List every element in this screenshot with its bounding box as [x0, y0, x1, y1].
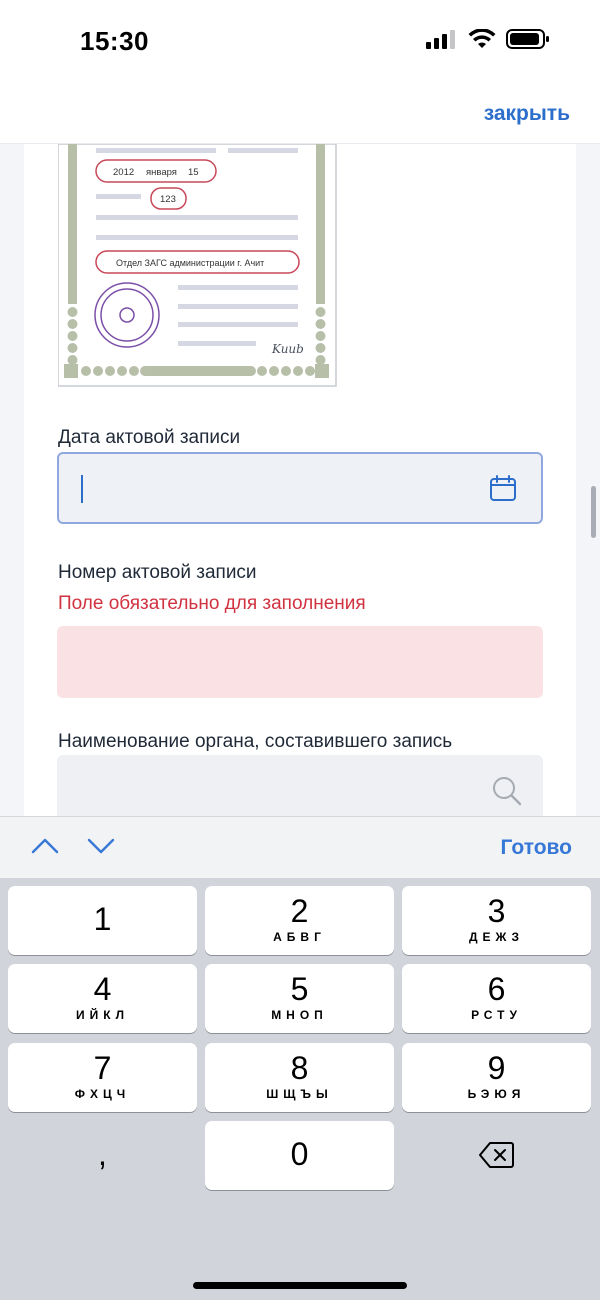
certificate-frame-corner-left: [64, 364, 78, 378]
home-indicator[interactable]: [193, 1282, 407, 1289]
doc-line: [178, 285, 298, 290]
key-digit: ,: [98, 1136, 107, 1172]
certificate-frame-bottom: [140, 366, 256, 376]
key-letters: МНОП: [271, 1008, 328, 1022]
doc-date-year: 2012: [113, 167, 134, 178]
org-search-input[interactable]: [57, 755, 543, 816]
key-digit: 7: [93, 1050, 112, 1086]
key-letters: АБВГ: [273, 930, 326, 944]
doc-line: [96, 215, 298, 220]
key-digit: 0: [290, 1136, 309, 1172]
key-letters: ЬЭЮЯ: [467, 1087, 526, 1101]
content-area: 2012 января 15 123 Отдел ЗАГС администра…: [0, 144, 600, 816]
key-7[interactable]: 7 ФХЦЧ: [8, 1043, 197, 1112]
search-icon[interactable]: [491, 775, 523, 807]
key-digit: 8: [290, 1050, 309, 1086]
backspace-icon: [478, 1142, 514, 1168]
key-digit: 3: [487, 893, 506, 929]
doc-line: [228, 148, 298, 153]
text-cursor: [81, 475, 83, 503]
status-icons: [426, 28, 550, 50]
doc-record-number: 123: [160, 194, 176, 205]
calendar-icon[interactable]: [489, 474, 517, 502]
top-header: закрыть: [0, 82, 600, 144]
wifi-icon: [468, 29, 496, 48]
certificate-illustration: 2012 января 15 123 Отдел ЗАГС администра…: [58, 144, 337, 387]
doc-line: [96, 194, 141, 199]
doc-date-month: января: [146, 167, 177, 178]
doc-issuer: Отдел ЗАГС администрации г. Ачит: [116, 258, 264, 268]
key-3[interactable]: 3 ДЕЖЗ: [402, 886, 591, 955]
previous-field-chevron-up-icon[interactable]: [30, 835, 60, 857]
key-8[interactable]: 8 ШЩЪЫ: [205, 1043, 394, 1112]
status-bar: 15:30: [0, 0, 600, 82]
key-letters: РСТУ: [471, 1008, 522, 1022]
doc-line: [178, 322, 298, 327]
certificate-frame-right: [316, 144, 325, 304]
key-digit: 1: [93, 901, 112, 937]
scroll-indicator[interactable]: [591, 486, 596, 538]
status-time: 15:30: [80, 26, 149, 56]
doc-line: [178, 304, 298, 309]
done-button[interactable]: Готово: [501, 836, 572, 860]
key-backspace[interactable]: [402, 1121, 591, 1190]
numeric-keyboard: 1 2 АБВГ 3 ДЕЖЗ 4 ИЙКЛ 5 МНОП 6 РСТУ 7 Ф…: [0, 878, 600, 1300]
key-digit: 2: [290, 893, 309, 929]
close-link[interactable]: закрыть: [484, 102, 570, 126]
doc-line: [178, 341, 256, 346]
key-digit: 6: [487, 971, 506, 1007]
doc-line: [96, 235, 298, 240]
key-4[interactable]: 4 ИЙКЛ: [8, 964, 197, 1033]
key-0[interactable]: 0: [205, 1121, 394, 1190]
key-digit: 5: [290, 971, 309, 1007]
date-field-label: Дата актовой записи: [58, 427, 241, 448]
next-field-chevron-down-icon[interactable]: [86, 835, 116, 857]
battery-icon: [506, 29, 549, 49]
key-1[interactable]: 1: [8, 886, 197, 955]
org-field-label: Наименование органа, составившего запись: [58, 731, 453, 752]
doc-signature: Kuub: [271, 342, 304, 356]
key-letters: ИЙКЛ: [76, 1008, 129, 1022]
number-field-error: Поле обязательно для заполнения: [58, 593, 366, 614]
doc-date-day: 15: [188, 167, 199, 178]
key-letters: ФХЦЧ: [74, 1087, 131, 1101]
keyboard-toolbar: Готово: [0, 816, 600, 878]
cellular-signal-icon: [426, 30, 455, 49]
certificate-frame-corner-right: [315, 364, 329, 378]
number-input[interactable]: [57, 626, 543, 698]
key-letters: ДЕЖЗ: [468, 930, 525, 944]
date-input[interactable]: [57, 452, 543, 524]
key-digit: 9: [487, 1050, 506, 1086]
key-9[interactable]: 9 ЬЭЮЯ: [402, 1043, 591, 1112]
key-digit: 4: [93, 971, 112, 1007]
number-field-label: Номер актовой записи: [58, 562, 257, 583]
doc-line: [96, 148, 216, 153]
key-2[interactable]: 2 АБВГ: [205, 886, 394, 955]
key-letters: ШЩЪЫ: [266, 1087, 333, 1101]
certificate-frame-left: [68, 144, 77, 304]
key-comma[interactable]: ,: [8, 1121, 197, 1190]
key-5[interactable]: 5 МНОП: [205, 964, 394, 1033]
key-6[interactable]: 6 РСТУ: [402, 964, 591, 1033]
